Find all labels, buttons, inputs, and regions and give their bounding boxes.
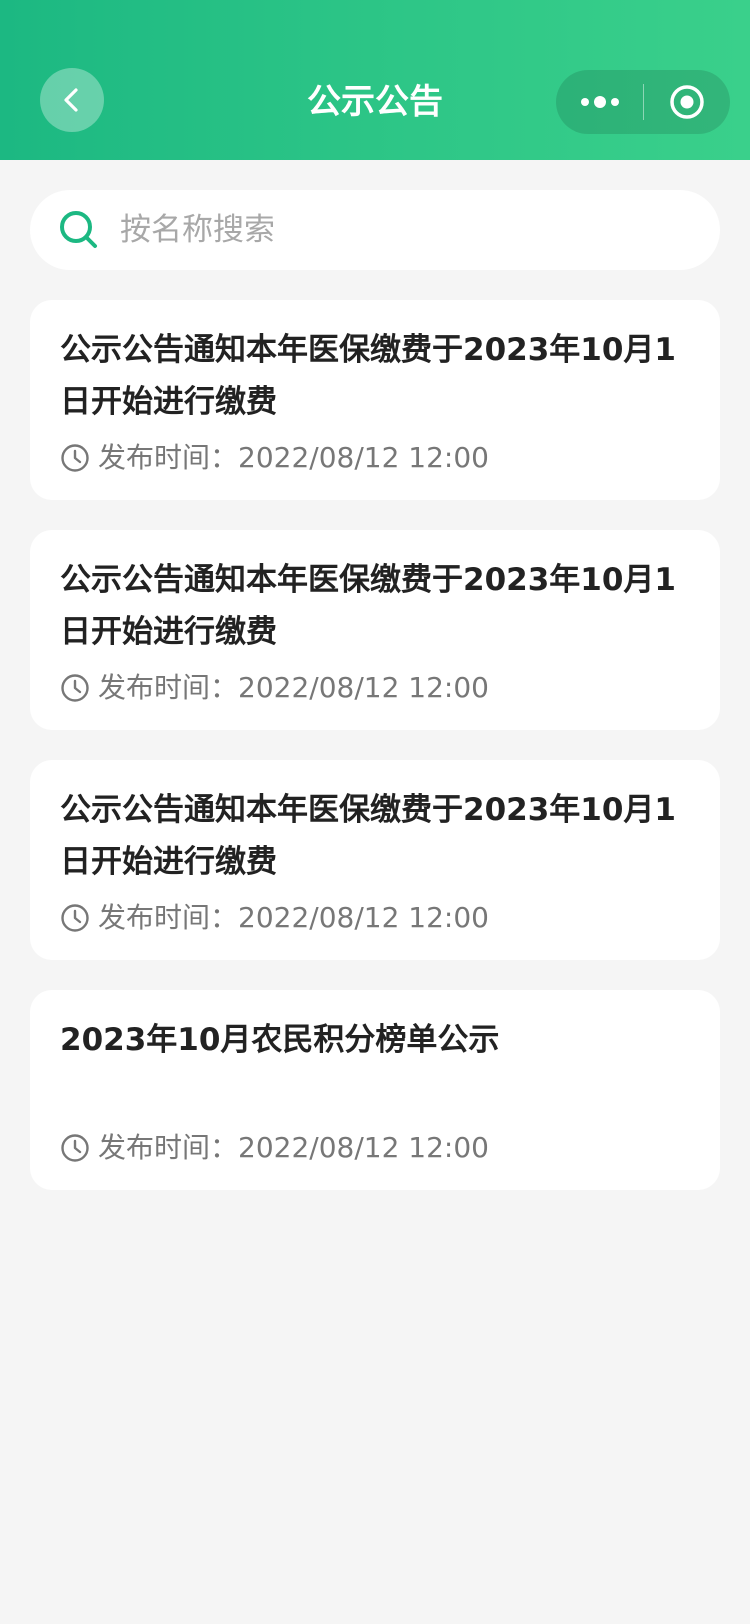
mini-program-capsule	[556, 70, 730, 134]
publish-time-label: 发布时间：	[98, 901, 239, 934]
notice-title: 公示公告通知本年医保缴费于2023年10月1日开始进行缴费	[60, 332, 676, 420]
notice-card[interactable]: 公示公告通知本年医保缴费于2023年10月1日开始进行缴费 发布时间： 2022…	[30, 760, 720, 960]
clock-icon	[60, 673, 90, 703]
publish-time-value: 2022/08/12 12:00	[238, 901, 489, 934]
notice-meta: 发布时间： 2022/08/12 12:00	[60, 1128, 489, 1168]
notice-meta: 发布时间： 2022/08/12 12:00	[60, 898, 489, 938]
search-input[interactable]	[120, 190, 690, 270]
clock-icon	[60, 903, 90, 933]
publish-time-label: 发布时间：	[98, 441, 239, 474]
notice-title: 2023年10月农民积分榜单公示	[60, 1022, 500, 1058]
search-icon	[58, 209, 100, 251]
notice-meta: 发布时间： 2022/08/12 12:00	[60, 438, 489, 478]
notice-card[interactable]: 公示公告通知本年医保缴费于2023年10月1日开始进行缴费 发布时间： 2022…	[30, 530, 720, 730]
more-dots-icon	[579, 95, 621, 109]
clock-icon	[60, 1133, 90, 1163]
publish-time-value: 2022/08/12 12:00	[238, 1131, 489, 1164]
notice-title: 公示公告通知本年医保缴费于2023年10月1日开始进行缴费	[60, 562, 676, 650]
notice-meta: 发布时间： 2022/08/12 12:00	[60, 668, 489, 708]
notice-card[interactable]: 公示公告通知本年医保缴费于2023年10月1日开始进行缴费 发布时间： 2022…	[30, 300, 720, 500]
publish-time-label: 发布时间：	[98, 1131, 239, 1164]
more-button[interactable]	[556, 70, 643, 134]
notice-title: 公示公告通知本年医保缴费于2023年10月1日开始进行缴费	[60, 792, 676, 880]
notice-card[interactable]: 2023年10月农民积分榜单公示 发布时间： 2022/08/12 12:00	[30, 990, 720, 1190]
nav-header: 公示公告	[0, 0, 750, 160]
close-mini-program-button[interactable]	[644, 70, 730, 134]
publish-time-label: 发布时间：	[98, 671, 239, 704]
search-bar[interactable]	[30, 190, 720, 270]
publish-time-value: 2022/08/12 12:00	[238, 441, 489, 474]
target-circle-icon	[669, 84, 705, 120]
clock-icon	[60, 443, 90, 473]
publish-time-value: 2022/08/12 12:00	[238, 671, 489, 704]
